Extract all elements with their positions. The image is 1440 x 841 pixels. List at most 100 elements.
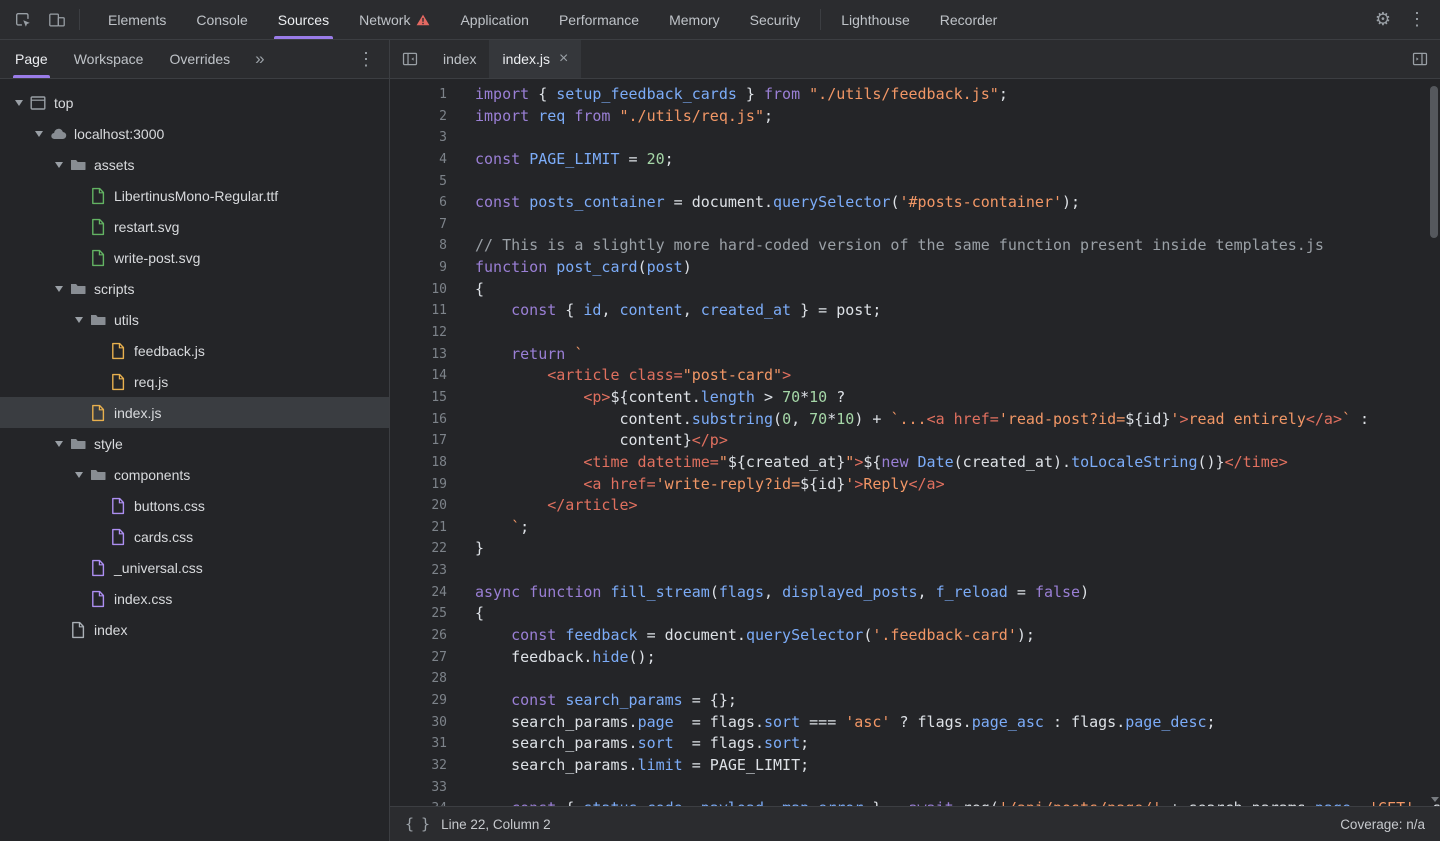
navigator-tab-page[interactable]: Page <box>2 40 61 78</box>
line-number[interactable]: 8 <box>390 235 447 257</box>
code-line[interactable]: import req from "./utils/req.js"; <box>475 106 1440 128</box>
code-line[interactable]: content.substring(0, 70*10) + `...<a hre… <box>475 409 1440 431</box>
navigator-kebab-icon[interactable]: ⋮ <box>349 40 383 78</box>
code-line[interactable] <box>475 560 1440 582</box>
tree-item-scripts[interactable]: scripts <box>0 273 389 304</box>
tree-item-utils[interactable]: utils <box>0 304 389 335</box>
line-number[interactable]: 16 <box>390 409 447 431</box>
line-number[interactable]: 21 <box>390 517 447 539</box>
tab-memory[interactable]: Memory <box>654 0 735 39</box>
code-line[interactable]: const search_params = {}; <box>475 690 1440 712</box>
code-line[interactable]: </article> <box>475 495 1440 517</box>
line-number[interactable]: 13 <box>390 344 447 366</box>
code-line[interactable] <box>475 668 1440 690</box>
code-line[interactable]: <p>${content.length > 70*10 ? <box>475 387 1440 409</box>
line-number[interactable]: 33 <box>390 777 447 799</box>
line-number[interactable]: 1 <box>390 84 447 106</box>
scroll-down-arrow-icon[interactable] <box>1431 797 1439 802</box>
pretty-print-button[interactable]: { } <box>405 815 429 833</box>
line-number[interactable]: 19 <box>390 474 447 496</box>
line-number[interactable]: 25 <box>390 603 447 625</box>
code-line[interactable]: return ` <box>475 344 1440 366</box>
line-number[interactable]: 10 <box>390 279 447 301</box>
code-line[interactable]: content}</p> <box>475 430 1440 452</box>
tab-console[interactable]: Console <box>181 0 262 39</box>
code-line[interactable] <box>475 127 1440 149</box>
tree-item-components[interactable]: components <box>0 459 389 490</box>
tree-item-libertinusmono-regular-ttf[interactable]: LibertinusMono-Regular.ttf <box>0 180 389 211</box>
main-menu-kebab-icon[interactable]: ⋮ <box>1400 0 1434 39</box>
line-number[interactable]: 9 <box>390 257 447 279</box>
tree-item-top[interactable]: top <box>0 87 389 118</box>
tree-item-index-css[interactable]: index.css <box>0 583 389 614</box>
line-number[interactable]: 6 <box>390 192 447 214</box>
editor-tab-index[interactable]: index <box>430 40 489 78</box>
tree-item-cards-css[interactable]: cards.css <box>0 521 389 552</box>
editor-scrollbar[interactable] <box>1428 79 1440 806</box>
tab-security[interactable]: Security <box>735 0 816 39</box>
tab-elements[interactable]: Elements <box>93 0 181 39</box>
tree-item-universal-css[interactable]: _universal.css <box>0 552 389 583</box>
chevron-expanded-icon[interactable] <box>75 472 83 478</box>
line-number[interactable]: 2 <box>390 106 447 128</box>
code-line[interactable]: search_params.page = flags.sort === 'asc… <box>475 712 1440 734</box>
tab-lighthouse[interactable]: Lighthouse <box>826 0 925 39</box>
more-tabs-icon[interactable]: » <box>243 40 276 78</box>
code-line[interactable]: <article class="post-card"> <box>475 365 1440 387</box>
code-line[interactable] <box>475 214 1440 236</box>
line-number[interactable]: 17 <box>390 430 447 452</box>
chevron-expanded-icon[interactable] <box>55 286 63 292</box>
code-line[interactable]: search_params.limit = PAGE_LIMIT; <box>475 755 1440 777</box>
code-line[interactable]: feedback.hide(); <box>475 647 1440 669</box>
device-toolbar-icon[interactable] <box>40 0 74 39</box>
code-line[interactable] <box>475 322 1440 344</box>
line-number[interactable]: 31 <box>390 733 447 755</box>
tab-recorder[interactable]: Recorder <box>925 0 1013 39</box>
chevron-expanded-icon[interactable] <box>55 162 63 168</box>
chevron-expanded-icon[interactable] <box>75 317 83 323</box>
chevron-expanded-icon[interactable] <box>35 131 43 137</box>
navigator-tab-overrides[interactable]: Overrides <box>156 40 243 78</box>
inspect-icon[interactable] <box>6 0 40 39</box>
chevron-expanded-icon[interactable] <box>55 441 63 447</box>
line-number[interactable]: 12 <box>390 322 447 344</box>
tree-item-index-js[interactable]: index.js <box>0 397 389 428</box>
code-line[interactable]: { <box>475 603 1440 625</box>
code-line[interactable]: const PAGE_LIMIT = 20; <box>475 149 1440 171</box>
line-number[interactable]: 22 <box>390 538 447 560</box>
tab-network[interactable]: Network <box>344 0 445 39</box>
tree-item-assets[interactable]: assets <box>0 149 389 180</box>
navigator-tab-workspace[interactable]: Workspace <box>61 40 157 78</box>
line-number[interactable]: 14 <box>390 365 447 387</box>
tree-item-write-post-svg[interactable]: write-post.svg <box>0 242 389 273</box>
code-line[interactable] <box>475 171 1440 193</box>
tree-item-style[interactable]: style <box>0 428 389 459</box>
settings-gear-icon[interactable]: ⚙ <box>1366 0 1400 39</box>
toggle-navigator-panel-icon[interactable] <box>390 40 430 78</box>
code-line[interactable] <box>475 777 1440 799</box>
line-number[interactable]: 4 <box>390 149 447 171</box>
code-line[interactable]: const posts_container = document.querySe… <box>475 192 1440 214</box>
line-number[interactable]: 23 <box>390 560 447 582</box>
code-line[interactable]: const { id, content, created_at } = post… <box>475 300 1440 322</box>
line-number[interactable]: 27 <box>390 647 447 669</box>
tree-item-restart-svg[interactable]: restart.svg <box>0 211 389 242</box>
line-number[interactable]: 28 <box>390 668 447 690</box>
tree-item-req-js[interactable]: req.js <box>0 366 389 397</box>
line-number[interactable]: 3 <box>390 127 447 149</box>
line-number[interactable]: 30 <box>390 712 447 734</box>
code-line[interactable]: const feedback = document.querySelector(… <box>475 625 1440 647</box>
tab-sources[interactable]: Sources <box>263 0 344 39</box>
line-number[interactable]: 11 <box>390 300 447 322</box>
line-number[interactable]: 20 <box>390 495 447 517</box>
code-line[interactable]: } <box>475 538 1440 560</box>
line-number[interactable]: 18 <box>390 452 447 474</box>
code-line[interactable]: const { status_code, payload, map_error … <box>475 798 1440 806</box>
code-line[interactable]: search_params.sort = flags.sort; <box>475 733 1440 755</box>
code-line[interactable]: <time datetime="${created_at}">${new Dat… <box>475 452 1440 474</box>
editor-tab-index-js[interactable]: index.js× <box>489 40 581 78</box>
line-number[interactable]: 5 <box>390 171 447 193</box>
code-line[interactable]: async function fill_stream(flags, displa… <box>475 582 1440 604</box>
line-number[interactable]: 29 <box>390 690 447 712</box>
line-number[interactable]: 7 <box>390 214 447 236</box>
